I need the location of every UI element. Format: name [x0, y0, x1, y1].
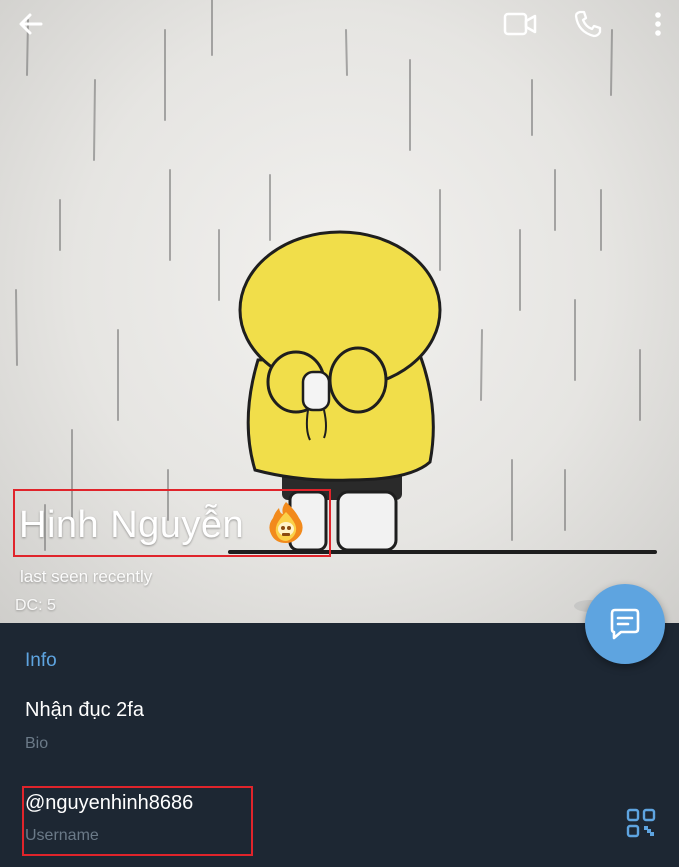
- name-highlight-box: [13, 489, 331, 557]
- info-section-title: Info: [25, 650, 57, 671]
- video-call-button[interactable]: [498, 2, 542, 46]
- last-seen-status: last seen recently: [20, 567, 153, 586]
- voice-call-button[interactable]: [566, 2, 610, 46]
- video-camera-icon: [503, 12, 537, 36]
- username-highlight-box: [22, 786, 253, 856]
- message-icon: [610, 608, 640, 640]
- phone-icon: [574, 10, 602, 38]
- profile-screen: Hinh Nguyễn last seen recently DC: 5 Inf…: [0, 0, 679, 867]
- qr-code-button[interactable]: [624, 806, 658, 840]
- back-button[interactable]: [9, 2, 53, 46]
- send-message-button[interactable]: [585, 584, 665, 664]
- qr-code-icon: [626, 808, 656, 838]
- bio-value[interactable]: Nhận đục 2fa: [25, 699, 144, 722]
- bio-label: Bio: [25, 735, 49, 752]
- dc-label: DC: 5: [15, 597, 56, 614]
- three-dots-vertical-icon: [655, 12, 661, 36]
- more-options-button[interactable]: [636, 2, 679, 46]
- arrow-left-icon: [19, 13, 43, 35]
